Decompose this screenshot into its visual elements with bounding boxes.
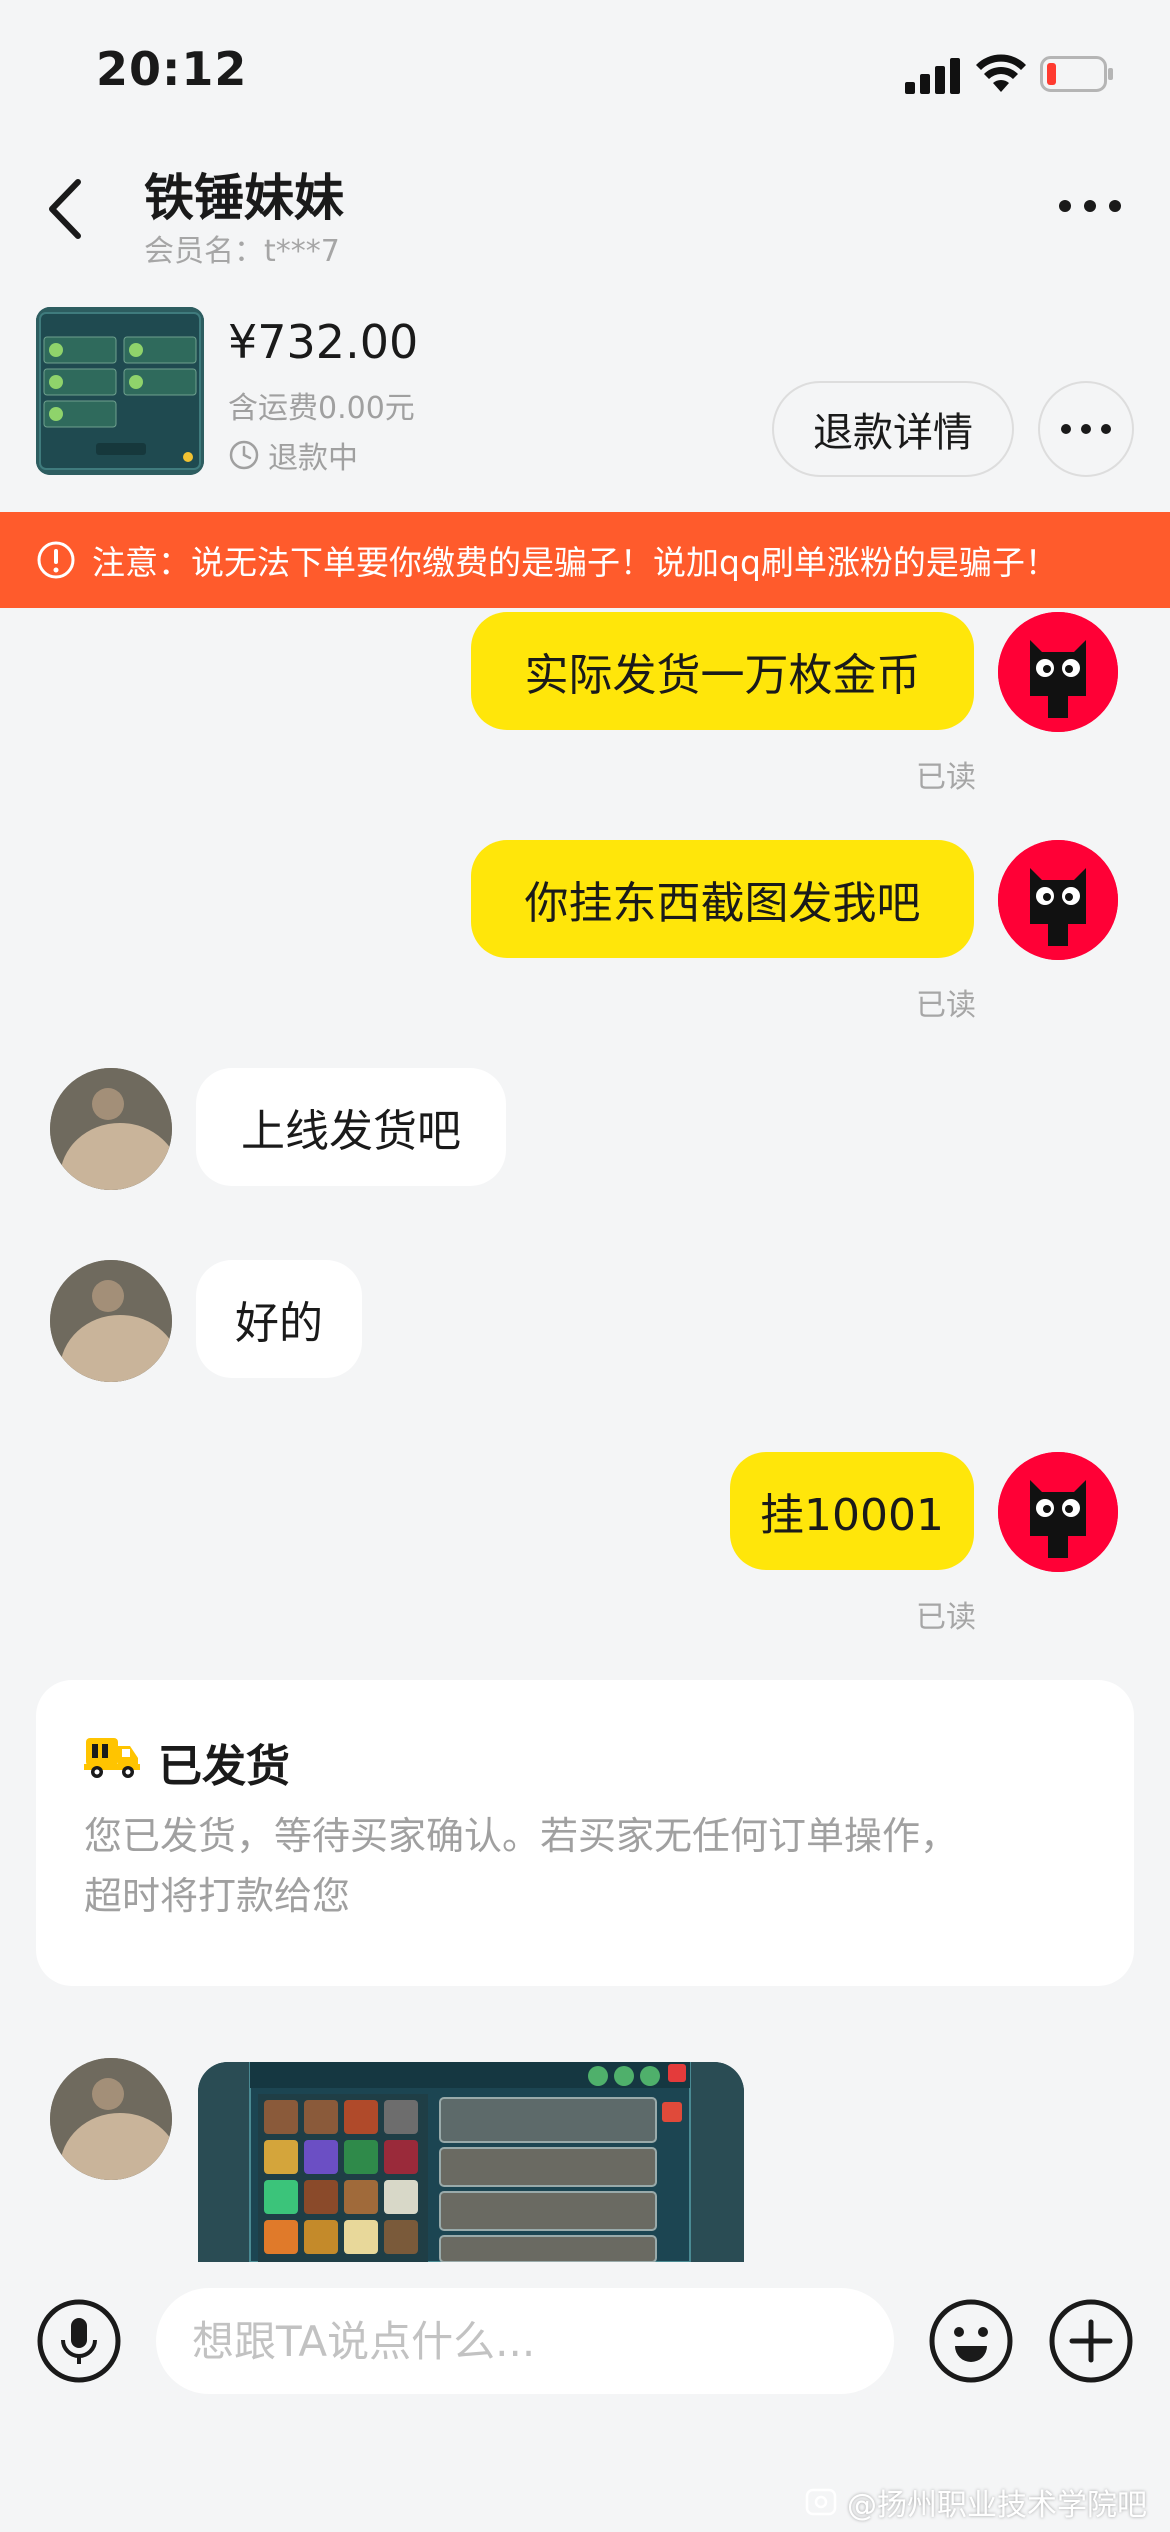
shipped-description: 您已发货，等待买家确认。若买家无任何订单操作， 超时将打款给您 — [84, 1806, 1084, 1926]
watermark: @扬州职业技术学院吧 — [805, 2480, 1147, 2524]
read-receipt: 已读 — [916, 988, 976, 1023]
order-more-button[interactable] — [1038, 381, 1134, 477]
status-time: 20:12 — [96, 42, 248, 96]
wifi-icon — [976, 54, 1026, 92]
buyer-avatar[interactable] — [50, 1260, 172, 1382]
shipped-status-card[interactable]: 已发货 您已发货，等待买家确认。若买家无任何订单操作， 超时将打款给您 — [36, 1680, 1134, 1986]
member-name: 会员名：t***7 — [144, 234, 340, 269]
refund-status: 退款中 — [228, 433, 358, 477]
order-product-card[interactable]: ¥732.00 含运费0.00元 退款中 退款详情 — [0, 295, 1170, 510]
microphone-icon[interactable] — [36, 2298, 122, 2384]
seller-avatar[interactable] — [998, 840, 1118, 960]
delivery-truck-icon — [84, 1738, 140, 1778]
back-arrow-icon[interactable] — [40, 174, 90, 244]
chat-header: 铁锤妹妹 会员名：t***7 — [0, 150, 1170, 295]
tieba-logo-icon — [805, 2488, 837, 2516]
message-bubble-incoming[interactable]: 上线发货吧 — [196, 1068, 506, 1186]
message-bubble-outgoing[interactable]: 挂10001 — [730, 1452, 974, 1570]
shipped-description-line: 超时将打款给您 — [84, 1874, 351, 1918]
cellular-signal-icon — [905, 58, 960, 94]
shipping-fee: 含运费0.00元 — [228, 391, 415, 426]
product-thumbnail[interactable] — [36, 307, 204, 475]
order-price: ¥732.00 — [228, 315, 419, 369]
warning-text: 注意：说无法下单要你缴费的是骗子！说加qq刷单涨粉的是骗子！ — [92, 543, 1058, 582]
tmall-cat-icon — [998, 1452, 1118, 1572]
read-receipt: 已读 — [916, 760, 976, 795]
buyer-avatar[interactable] — [50, 2058, 172, 2180]
shipped-description-line: 您已发货，等待买家确认。若买家无任何订单操作， — [84, 1814, 959, 1858]
refund-details-button[interactable]: 退款详情 — [772, 381, 1014, 477]
fraud-warning-banner: 注意：说无法下单要你缴费的是骗子！说加qq刷单涨粉的是骗子！ — [0, 512, 1170, 608]
seller-avatar[interactable] — [998, 1452, 1118, 1572]
emoji-icon[interactable] — [928, 2298, 1014, 2384]
clock-icon — [229, 440, 259, 470]
read-receipt: 已读 — [916, 1600, 976, 1635]
add-attachment-icon[interactable] — [1048, 2298, 1134, 2384]
buyer-avatar[interactable] — [50, 1068, 172, 1190]
refund-status-label: 退款中 — [268, 441, 358, 476]
seller-avatar[interactable] — [998, 612, 1118, 732]
tmall-cat-icon — [998, 612, 1118, 732]
alert-icon — [37, 541, 75, 579]
more-options-icon[interactable] — [1055, 194, 1125, 218]
message-input[interactable] — [156, 2288, 894, 2394]
message-bubble-outgoing[interactable]: 你挂东西截图发我吧 — [471, 840, 974, 958]
more-dots-icon — [1061, 424, 1111, 434]
tmall-cat-icon — [998, 840, 1118, 960]
status-bar: 20:12 — [0, 0, 1170, 150]
message-bubble-incoming[interactable]: 好的 — [196, 1260, 362, 1378]
message-bubble-outgoing[interactable]: 实际发货一万枚金币 — [471, 612, 974, 730]
shipped-title: 已发货 — [158, 1741, 290, 1792]
contact-name: 铁锤妹妹 — [144, 169, 344, 227]
battery-low-icon — [1040, 56, 1113, 92]
image-message-screenshot[interactable] — [198, 2062, 744, 2262]
watermark-text: @扬州职业技术学院吧 — [847, 2488, 1147, 2523]
